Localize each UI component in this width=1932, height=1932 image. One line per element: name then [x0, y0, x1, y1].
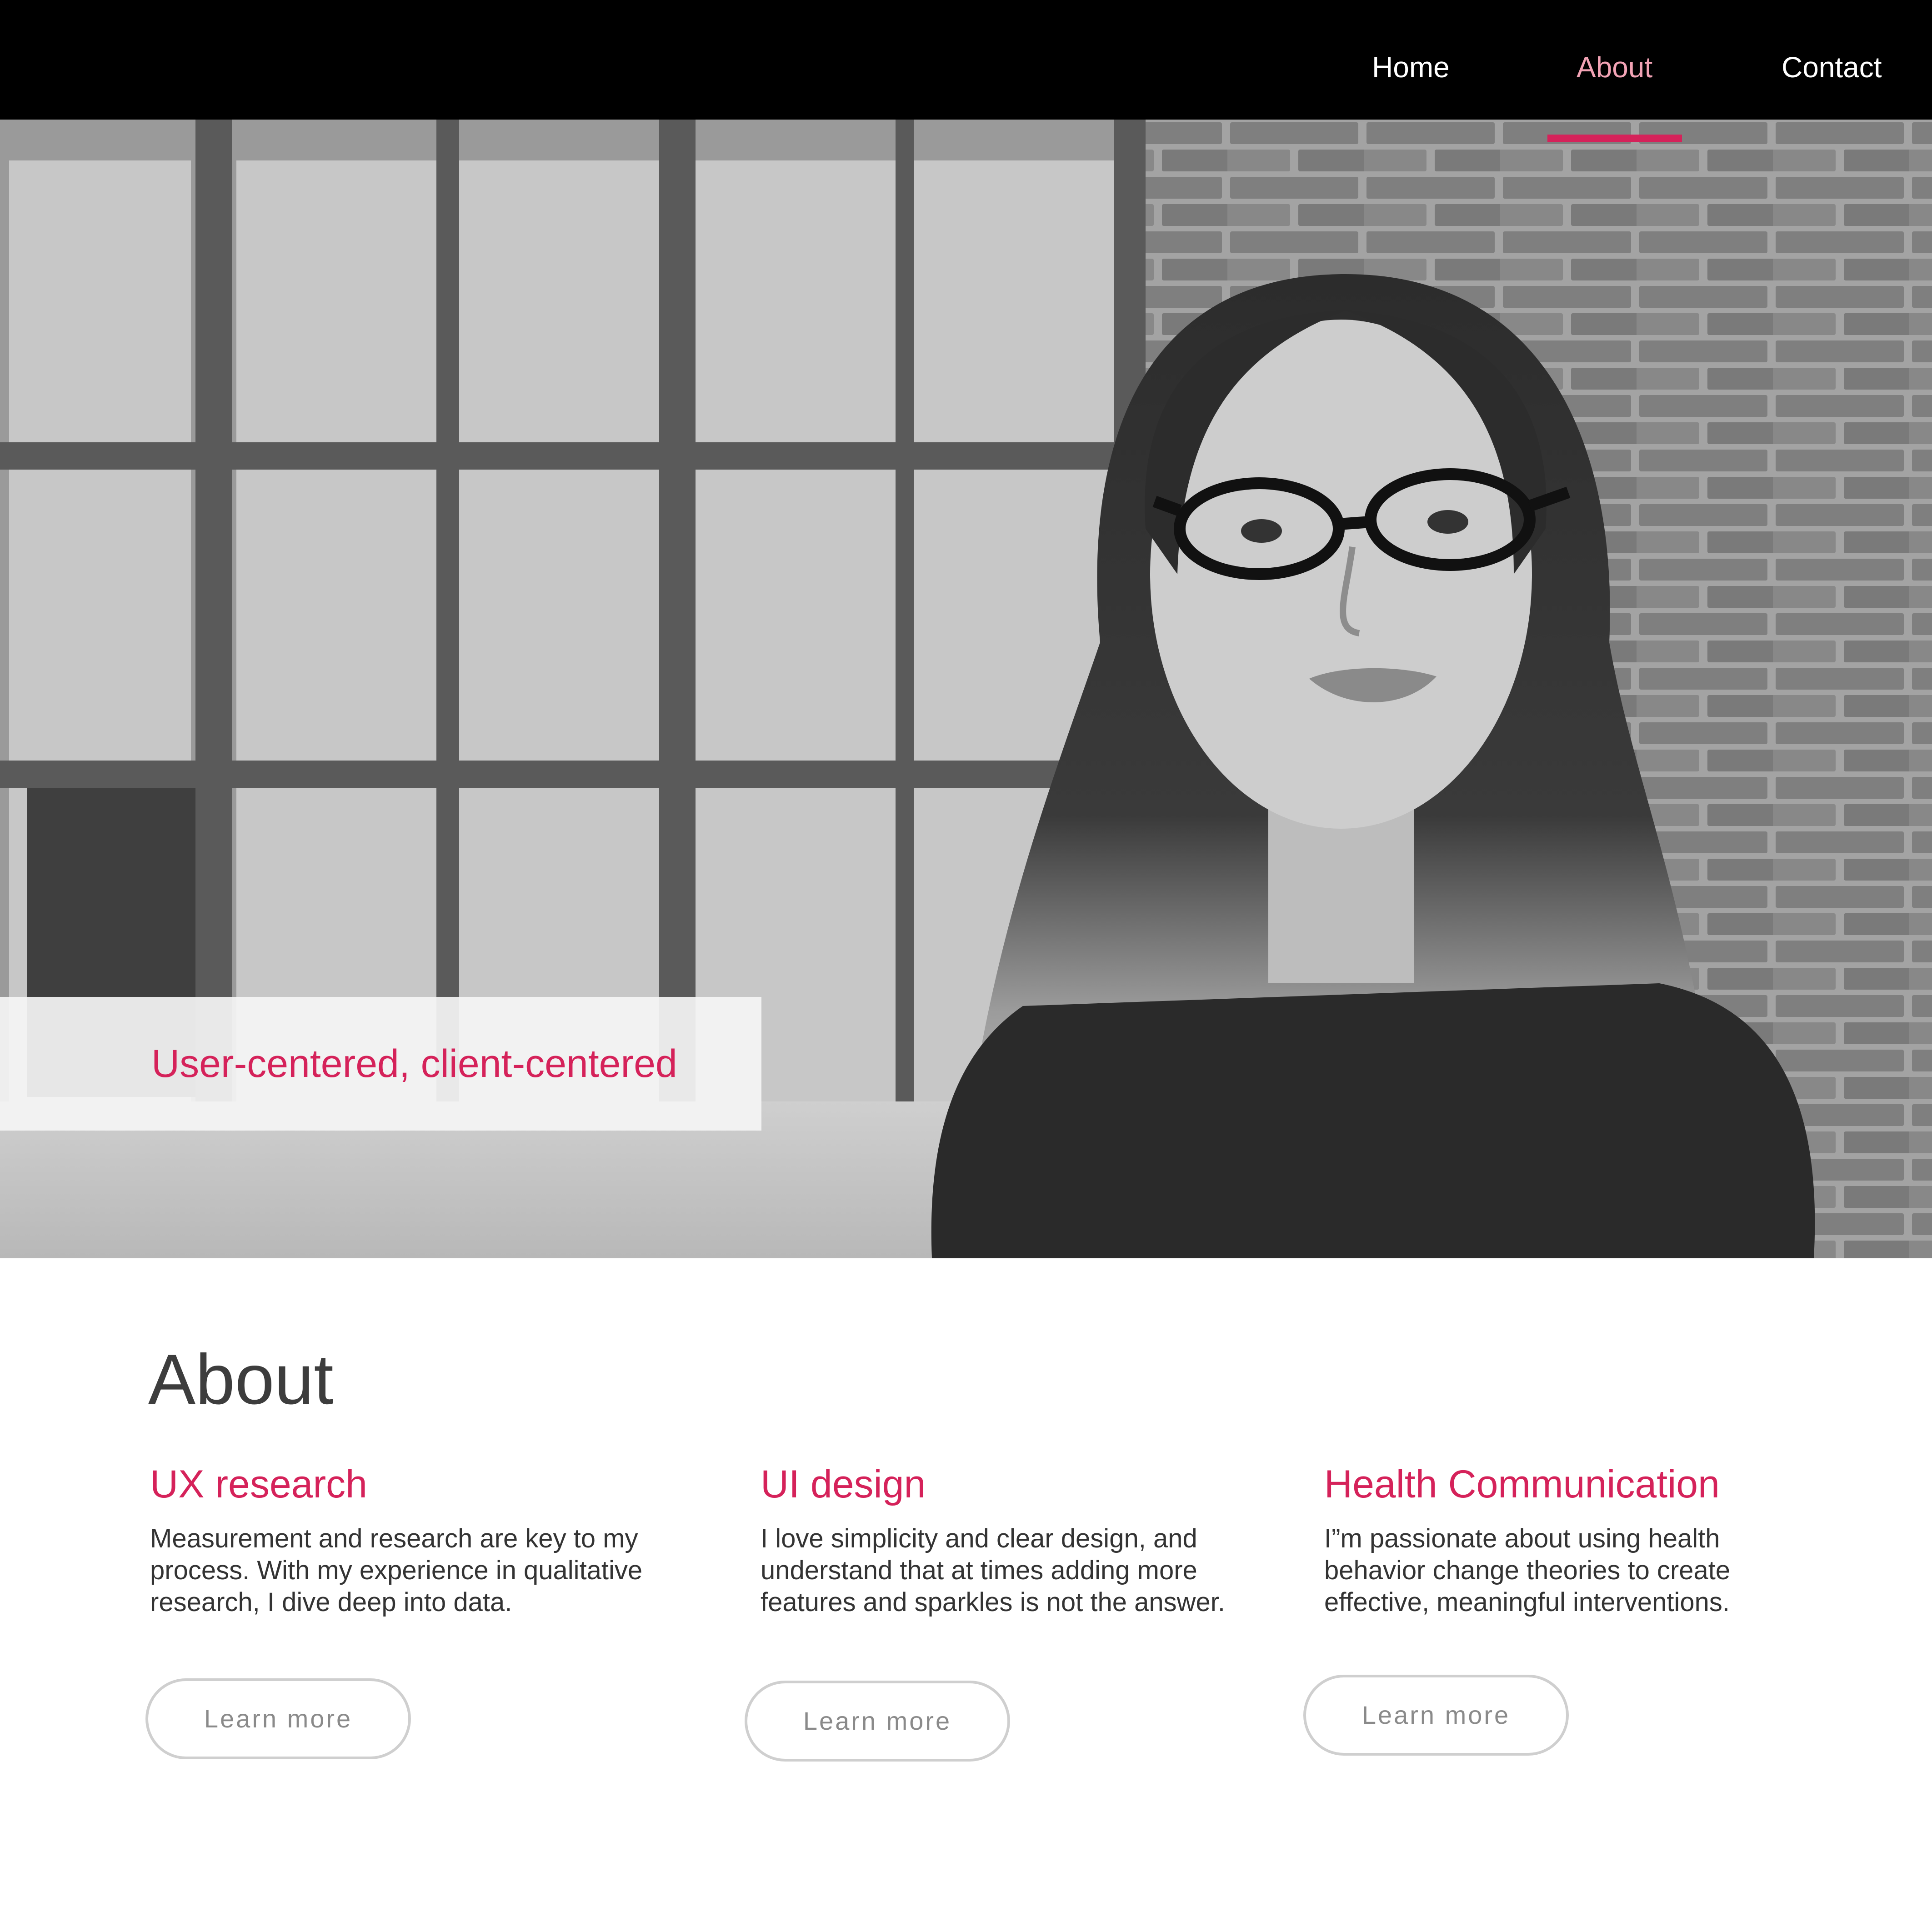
- learn-more-health-communication-button[interactable]: Learn more: [1303, 1675, 1569, 1756]
- description-line: I love simplicity and clear design, and: [761, 1524, 1197, 1553]
- learn-more-ui-design-button[interactable]: Learn more: [745, 1681, 1010, 1762]
- description-line: effective, meaningful interventions.: [1324, 1587, 1730, 1617]
- description-line: process. With my experience in qualitati…: [150, 1556, 643, 1585]
- tagline-text: User-centered, client-centered: [151, 1042, 677, 1086]
- learn-more-ux-research-button[interactable]: Learn more: [145, 1678, 411, 1759]
- tagline-banner: User-centered, client-centered: [0, 997, 761, 1131]
- description-line: I”m passionate about using health: [1324, 1524, 1720, 1553]
- nav-home-link[interactable]: Home: [1372, 0, 1450, 120]
- column-description: I”m passionate about using health behavi…: [1324, 1523, 1870, 1618]
- description-line: research, I dive deep into data.: [150, 1587, 512, 1617]
- nav-active-indicator: [1547, 135, 1682, 142]
- column-description: I love simplicity and clear design, and …: [761, 1523, 1306, 1618]
- about-column-health-communication: Health Communication I”m passionate abou…: [1324, 1459, 1870, 1618]
- about-column-ui-design: UI design I love simplicity and clear de…: [761, 1459, 1306, 1618]
- description-line: Measurement and research are key to my: [150, 1524, 638, 1553]
- about-column-ux-research: UX research Measurement and research are…: [150, 1459, 696, 1618]
- column-title: UX research: [150, 1462, 367, 1506]
- top-nav-bar: Home About Contact: [0, 0, 1932, 120]
- column-title: Health Communication: [1324, 1462, 1720, 1506]
- column-description: Measurement and research are key to my p…: [150, 1523, 696, 1618]
- nav-about-link[interactable]: About: [1577, 0, 1652, 120]
- description-line: features and sparkles is not the answer.: [761, 1587, 1226, 1617]
- nav-contact-link[interactable]: Contact: [1782, 0, 1882, 120]
- description-line: understand that at times adding more: [761, 1556, 1197, 1585]
- column-title: UI design: [761, 1462, 926, 1506]
- about-heading: About: [148, 1340, 334, 1419]
- page: Home About Contact User-centered, client…: [0, 0, 1932, 1932]
- hero-image: User-centered, client-centered: [0, 120, 1932, 1258]
- description-line: behavior change theories to create: [1324, 1556, 1731, 1585]
